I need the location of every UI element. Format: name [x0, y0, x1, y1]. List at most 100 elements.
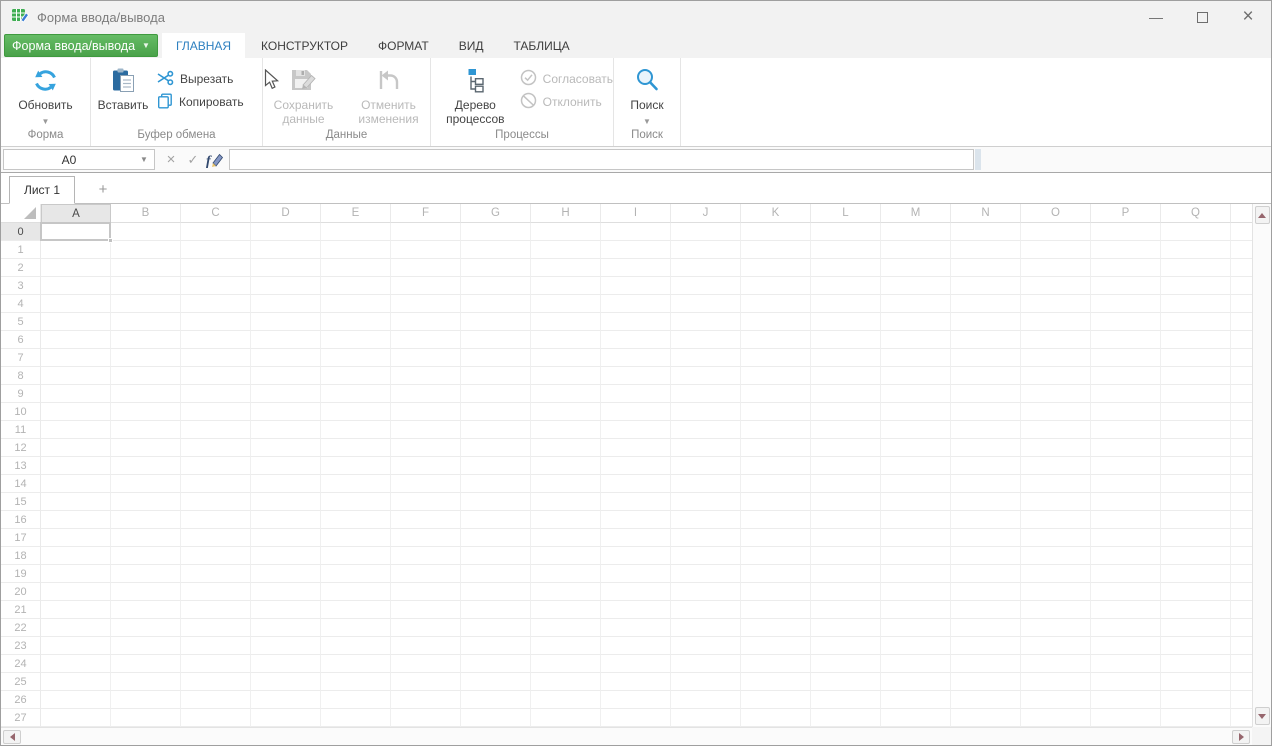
row-header-21[interactable]: 21: [1, 601, 41, 619]
cell-C5[interactable]: [181, 313, 251, 331]
cell-Q5[interactable]: [1161, 313, 1231, 331]
column-header-E[interactable]: E: [321, 204, 391, 223]
cell-P10[interactable]: [1091, 403, 1161, 421]
cell-H13[interactable]: [531, 457, 601, 475]
cell-B27[interactable]: [111, 709, 181, 727]
cell-J2[interactable]: [671, 259, 741, 277]
cell-P24[interactable]: [1091, 655, 1161, 673]
cell-O0[interactable]: [1021, 223, 1091, 241]
cell-E1[interactable]: [321, 241, 391, 259]
cell-P11[interactable]: [1091, 421, 1161, 439]
cell-H5[interactable]: [531, 313, 601, 331]
cell-D0[interactable]: [251, 223, 321, 241]
cell-K16[interactable]: [741, 511, 811, 529]
cell-O23[interactable]: [1021, 637, 1091, 655]
cell-D18[interactable]: [251, 547, 321, 565]
cell-N10[interactable]: [951, 403, 1021, 421]
cell-K2[interactable]: [741, 259, 811, 277]
cell-H24[interactable]: [531, 655, 601, 673]
cell-M24[interactable]: [881, 655, 951, 673]
cell-H18[interactable]: [531, 547, 601, 565]
cell-M1[interactable]: [881, 241, 951, 259]
cell-O7[interactable]: [1021, 349, 1091, 367]
cell-N11[interactable]: [951, 421, 1021, 439]
cell-P16[interactable]: [1091, 511, 1161, 529]
cell-B4[interactable]: [111, 295, 181, 313]
cell-E13[interactable]: [321, 457, 391, 475]
horizontal-scrollbar[interactable]: [1, 727, 1252, 745]
cell-K20[interactable]: [741, 583, 811, 601]
cell-E21[interactable]: [321, 601, 391, 619]
cell-B22[interactable]: [111, 619, 181, 637]
scroll-up-button[interactable]: [1254, 206, 1270, 224]
cell-E18[interactable]: [321, 547, 391, 565]
cell-O1[interactable]: [1021, 241, 1091, 259]
cell-G3[interactable]: [461, 277, 531, 295]
row-header-9[interactable]: 9: [1, 385, 41, 403]
cell-M18[interactable]: [881, 547, 951, 565]
row-header-12[interactable]: 12: [1, 439, 41, 457]
confirm-entry-button[interactable]: ✓: [182, 149, 204, 170]
cell-J0[interactable]: [671, 223, 741, 241]
cell-O20[interactable]: [1021, 583, 1091, 601]
cell-J5[interactable]: [671, 313, 741, 331]
cell-O13[interactable]: [1021, 457, 1091, 475]
cell-K3[interactable]: [741, 277, 811, 295]
cell-M26[interactable]: [881, 691, 951, 709]
cell-A16[interactable]: [41, 511, 111, 529]
cell-C1[interactable]: [181, 241, 251, 259]
cell-N18[interactable]: [951, 547, 1021, 565]
cell-Q25[interactable]: [1161, 673, 1231, 691]
cell-L13[interactable]: [811, 457, 881, 475]
cell-F0[interactable]: [391, 223, 461, 241]
cell-L16[interactable]: [811, 511, 881, 529]
cell-F25[interactable]: [391, 673, 461, 691]
cell-P6[interactable]: [1091, 331, 1161, 349]
cell-I19[interactable]: [601, 565, 671, 583]
cell-O10[interactable]: [1021, 403, 1091, 421]
row-header-23[interactable]: 23: [1, 637, 41, 655]
cell-I15[interactable]: [601, 493, 671, 511]
row-header-25[interactable]: 25: [1, 673, 41, 691]
cell-E27[interactable]: [321, 709, 391, 727]
cell-L9[interactable]: [811, 385, 881, 403]
cell-C25[interactable]: [181, 673, 251, 691]
cell-F6[interactable]: [391, 331, 461, 349]
cell-H14[interactable]: [531, 475, 601, 493]
close-button[interactable]: ×: [1225, 1, 1271, 33]
column-header-F[interactable]: F: [391, 204, 461, 223]
cell-A25[interactable]: [41, 673, 111, 691]
cell-N5[interactable]: [951, 313, 1021, 331]
tab-format[interactable]: ФОРМАТ: [364, 33, 443, 58]
row-header-4[interactable]: 4: [1, 295, 41, 313]
cell-Q14[interactable]: [1161, 475, 1231, 493]
add-sheet-button[interactable]: +: [75, 175, 131, 203]
cell-B17[interactable]: [111, 529, 181, 547]
cell-B5[interactable]: [111, 313, 181, 331]
column-header-G[interactable]: G: [461, 204, 531, 223]
cell-L10[interactable]: [811, 403, 881, 421]
paste-button[interactable]: Вставить: [91, 58, 155, 113]
cell-K6[interactable]: [741, 331, 811, 349]
row-header-16[interactable]: 16: [1, 511, 41, 529]
column-header-Q[interactable]: Q: [1161, 204, 1231, 223]
cell-M14[interactable]: [881, 475, 951, 493]
cell-N20[interactable]: [951, 583, 1021, 601]
row-header-14[interactable]: 14: [1, 475, 41, 493]
cell-O16[interactable]: [1021, 511, 1091, 529]
cell-B23[interactable]: [111, 637, 181, 655]
cell-G26[interactable]: [461, 691, 531, 709]
cell-H4[interactable]: [531, 295, 601, 313]
cell-A5[interactable]: [41, 313, 111, 331]
cell-A17[interactable]: [41, 529, 111, 547]
cell-C18[interactable]: [181, 547, 251, 565]
cell-L24[interactable]: [811, 655, 881, 673]
cell-D4[interactable]: [251, 295, 321, 313]
cell-J16[interactable]: [671, 511, 741, 529]
cell-J20[interactable]: [671, 583, 741, 601]
cell-M4[interactable]: [881, 295, 951, 313]
cell-C4[interactable]: [181, 295, 251, 313]
cell-B26[interactable]: [111, 691, 181, 709]
cell-I3[interactable]: [601, 277, 671, 295]
cell-L2[interactable]: [811, 259, 881, 277]
